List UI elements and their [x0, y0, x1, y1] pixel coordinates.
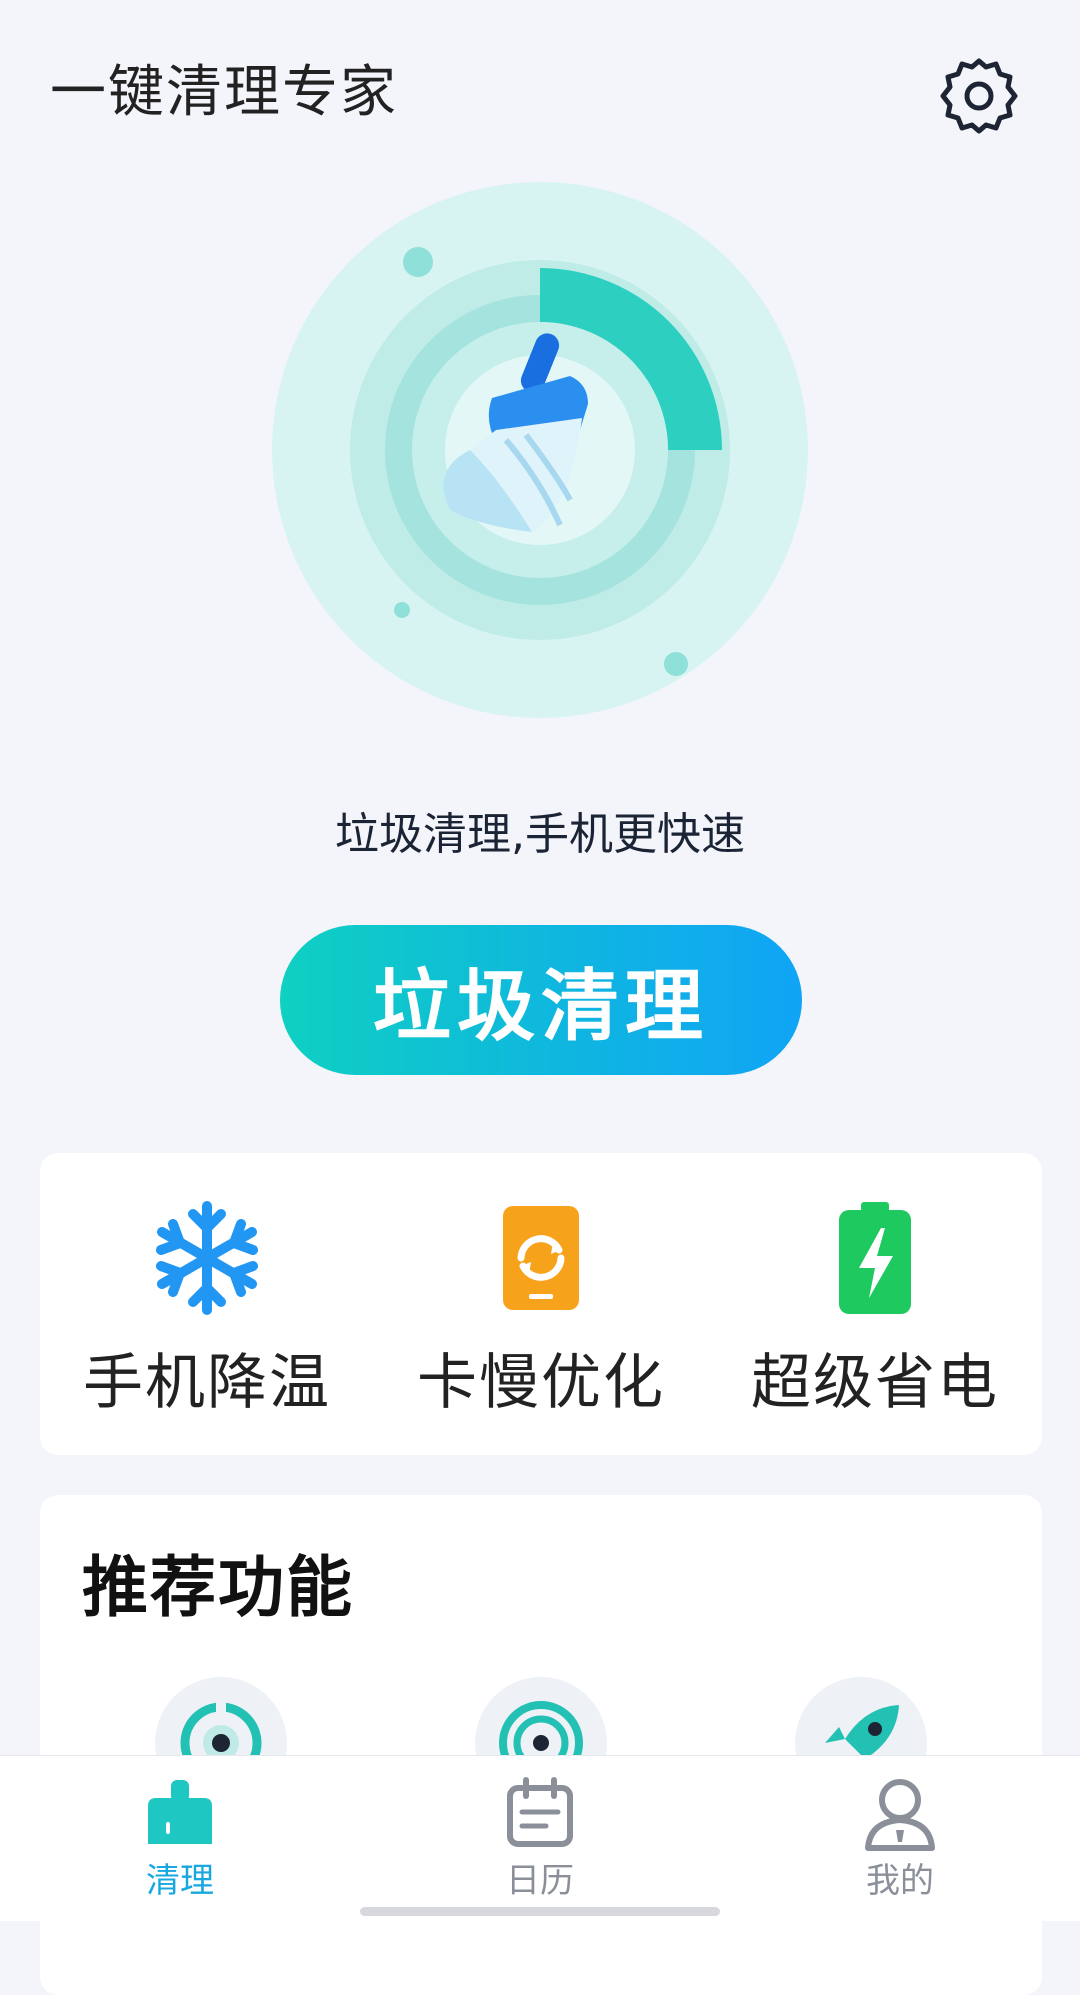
slogan-text: 垃圾清理,手机更快速	[335, 809, 745, 860]
quick-action-power-save[interactable]: 超级省电	[708, 1153, 1042, 1455]
broom-tab-icon	[148, 1780, 212, 1844]
quick-action-label: 超级省电	[751, 1348, 999, 1418]
gear-icon	[940, 58, 1018, 134]
tab-label: 日历	[506, 1861, 574, 1901]
tab-label: 清理	[146, 1861, 214, 1901]
recommended-title: 推荐功能	[82, 1549, 354, 1626]
refresh-phone-icon	[503, 1206, 579, 1310]
hero-illustration	[270, 180, 810, 720]
quick-action-label: 卡慢优化	[417, 1348, 665, 1418]
home-indicator	[360, 1907, 720, 1916]
quick-actions-card: 手机降温 卡慢优化 超级省电	[40, 1153, 1042, 1455]
settings-button[interactable]	[938, 55, 1020, 137]
calendar-icon	[507, 1777, 573, 1847]
tab-calendar[interactable]: 日历	[360, 1756, 720, 1921]
quick-action-cool-down[interactable]: 手机降温	[40, 1153, 374, 1455]
tab-profile[interactable]: 我的	[720, 1756, 1080, 1921]
junk-clean-button[interactable]: 垃圾清理	[280, 925, 802, 1075]
app-header: 一键清理专家	[0, 0, 1080, 170]
bottom-navigation: 清理 日历 我的	[0, 1755, 1080, 1921]
snowflake-icon	[156, 1201, 258, 1315]
quick-action-optimize[interactable]: 卡慢优化	[374, 1153, 708, 1455]
tab-clean[interactable]: 清理	[0, 1756, 360, 1921]
person-icon	[865, 1779, 935, 1851]
tab-label: 我的	[866, 1861, 934, 1901]
battery-bolt-icon	[839, 1202, 911, 1314]
app-title: 一键清理专家	[50, 60, 398, 125]
quick-action-label: 手机降温	[83, 1348, 331, 1418]
